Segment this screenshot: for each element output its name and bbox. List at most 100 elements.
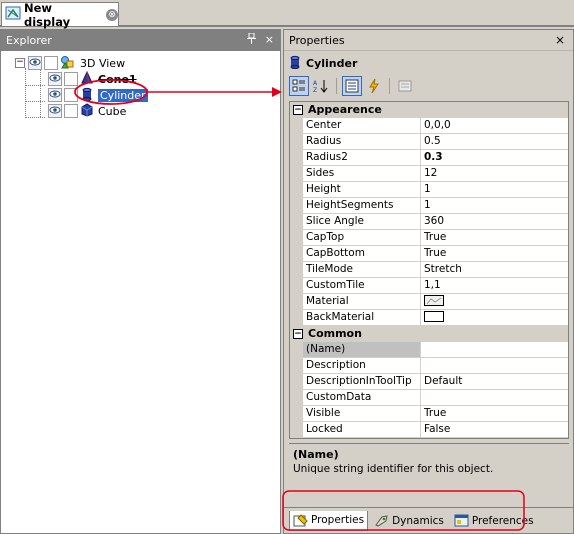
property-row-backmaterial[interactable]: BackMaterial: [290, 310, 568, 326]
property-value[interactable]: 0.3: [421, 150, 568, 165]
help-title: (Name): [293, 448, 339, 461]
display-icon: [5, 5, 21, 24]
tree-node-cylinder[interactable]: Cylinder: [48, 87, 148, 103]
tree-node-cube[interactable]: Cube: [48, 102, 127, 120]
visibility-toggle[interactable]: [28, 56, 42, 70]
close-explorer-icon[interactable]: ×: [265, 33, 274, 47]
property-value[interactable]: Stretch: [421, 262, 568, 277]
property-value[interactable]: 1,1: [421, 278, 568, 293]
property-row-heightsegments[interactable]: HeightSegments 1: [290, 198, 568, 214]
property-value[interactable]: [421, 310, 568, 325]
tree-node-3d-view[interactable]: − 3D View: [15, 55, 125, 71]
visibility-toggle[interactable]: [48, 72, 62, 86]
property-value[interactable]: True: [421, 246, 568, 261]
explorer-title: Explorer: [6, 34, 52, 47]
property-grid: − Appearence Center 0,0,0 Radius 0.5 Radiu…: [289, 101, 569, 439]
property-name: Locked: [303, 422, 421, 437]
property-name: Description: [303, 358, 421, 373]
category-common[interactable]: − Common: [290, 326, 568, 342]
lock-toggle[interactable]: [64, 72, 78, 86]
property-value[interactable]: 0,0,0: [421, 118, 568, 133]
property-value[interactable]: [421, 342, 568, 357]
property-value[interactable]: [421, 294, 568, 309]
property-row-height[interactable]: Height 1: [290, 182, 568, 198]
property-row-visible[interactable]: Visible True: [290, 406, 568, 422]
close-tab-icon[interactable]: ⊗: [106, 8, 118, 21]
selected-object-row: Cylinder: [284, 53, 357, 73]
visibility-toggle[interactable]: [48, 88, 62, 102]
collapse-icon[interactable]: −: [293, 328, 303, 339]
property-value[interactable]: [421, 358, 568, 373]
property-row-radius2[interactable]: Radius2 0.3: [290, 150, 568, 166]
property-row-descriptionintooltip[interactable]: DescriptionInToolTip Default: [290, 374, 568, 390]
property-name: CustomData: [303, 390, 421, 405]
property-row-material[interactable]: Material: [290, 294, 568, 310]
lock-toggle[interactable]: [64, 88, 78, 102]
property-row-tilemode[interactable]: TileMode Stretch: [290, 262, 568, 278]
property-row-customtile[interactable]: CustomTile 1,1: [290, 278, 568, 294]
property-value[interactable]: 1: [421, 198, 568, 213]
tab-label: Properties: [311, 514, 365, 526]
property-value[interactable]: 1: [421, 182, 568, 197]
tab-properties[interactable]: Properties: [289, 510, 369, 531]
property-row-customdata[interactable]: CustomData: [290, 390, 568, 406]
properties-panel: Properties × Cylinder AZ − Appearence Ce…: [283, 29, 574, 534]
close-properties-icon[interactable]: ×: [555, 33, 565, 47]
property-value[interactable]: 0.5: [421, 134, 568, 149]
visibility-toggle[interactable]: [48, 104, 62, 118]
property-value[interactable]: 360: [421, 214, 568, 229]
property-row-name[interactable]: (Name): [290, 342, 568, 358]
property-value[interactable]: True: [421, 406, 568, 421]
property-pages-icon[interactable]: [395, 76, 415, 96]
lock-toggle[interactable]: [64, 104, 78, 118]
property-row-center[interactable]: Center 0,0,0: [290, 118, 568, 134]
property-row-radius[interactable]: Radius 0.5: [290, 134, 568, 150]
tree-label-3d-view: 3D View: [80, 56, 126, 70]
tab-label: Preferences: [471, 514, 534, 527]
property-help-box: (Name) Unique string identifier for this…: [289, 443, 569, 505]
collapse-icon[interactable]: −: [15, 58, 25, 68]
property-row-locked[interactable]: Locked False: [290, 422, 568, 438]
property-name: Material: [303, 294, 421, 309]
document-tab-new-display[interactable]: New display ⊗: [1, 1, 119, 29]
property-name: Radius: [303, 134, 421, 149]
tree-label-cylinder: Cylinder: [98, 88, 148, 102]
properties-header: Properties ×: [284, 30, 573, 51]
property-value[interactable]: 12: [421, 166, 568, 181]
properties-title: Properties: [289, 33, 345, 47]
tab-preferences[interactable]: Preferences: [450, 511, 538, 531]
property-name: CustomTile: [303, 278, 421, 293]
tree-label-cube: Cube: [98, 104, 127, 118]
property-row-captop[interactable]: CapTop True: [290, 230, 568, 246]
cube-icon: [80, 102, 94, 120]
category-appearence[interactable]: − Appearence: [290, 102, 568, 118]
property-row-description[interactable]: Description: [290, 358, 568, 374]
cylinder-icon: [289, 55, 301, 72]
property-row-slice-angle[interactable]: Slice Angle 360: [290, 214, 568, 230]
property-value[interactable]: True: [421, 230, 568, 245]
pin-icon[interactable]: [246, 32, 256, 47]
collapse-icon[interactable]: −: [293, 104, 303, 115]
explorer-tree: − 3D View Cone1 Cylinder Cube: [1, 52, 280, 533]
events-icon[interactable]: [364, 76, 384, 96]
dynamics-tab-icon: [374, 514, 389, 528]
categorized-icon[interactable]: [289, 76, 309, 96]
selected-object-name: Cylinder: [306, 56, 358, 70]
backmaterial-swatch: [424, 310, 444, 322]
help-description: Unique string identifier for this object…: [293, 463, 494, 475]
property-value[interactable]: [421, 390, 568, 405]
property-name: Sides: [303, 166, 421, 181]
property-name: BackMaterial: [303, 310, 421, 325]
properties-icon[interactable]: [342, 76, 362, 96]
tab-dynamics[interactable]: Dynamics: [370, 511, 448, 531]
property-value[interactable]: Default: [421, 374, 568, 389]
property-row-capbottom[interactable]: CapBottom True: [290, 246, 568, 262]
alphabetical-icon[interactable]: AZ: [311, 76, 331, 96]
property-value[interactable]: False: [421, 422, 568, 437]
property-name: Center: [303, 118, 421, 133]
lock-toggle[interactable]: [44, 56, 58, 70]
property-row-sides[interactable]: Sides 12: [290, 166, 568, 182]
cylinder-icon: [80, 87, 94, 104]
tree-node-cone1[interactable]: Cone1: [48, 70, 137, 87]
property-name: TileMode: [303, 262, 421, 277]
